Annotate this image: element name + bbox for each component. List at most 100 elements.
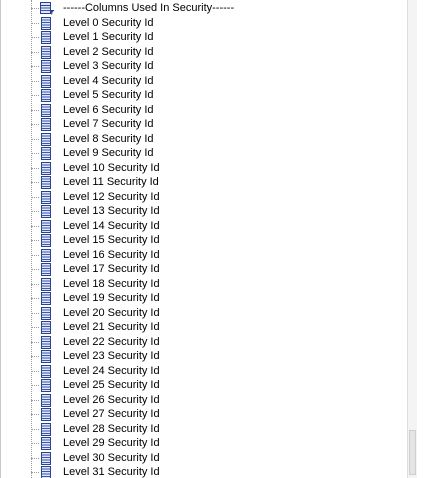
tree-node-label: Level 23 Security Id: [63, 350, 160, 362]
tree-node-column[interactable]: Level 6 Security Id: [1, 103, 411, 118]
tree-connector: [31, 66, 39, 67]
tree-node-column[interactable]: Level 14 Security Id: [1, 219, 411, 234]
tree-connector: [31, 428, 39, 430]
tree-node-column[interactable]: Level 23 Security Id: [1, 349, 411, 364]
column-icon: [40, 393, 52, 407]
tree-node-column[interactable]: Level 29 Security Id: [1, 436, 411, 451]
tree-connector: [31, 254, 39, 256]
column-icon: [40, 31, 52, 44]
tree-connector: [31, 225, 39, 227]
tree-node-column[interactable]: Level 19 Security Id: [1, 291, 411, 306]
column-icon: [40, 74, 52, 88]
column-icon: [40, 45, 52, 59]
tree-connector: [31, 399, 39, 401]
column-icon: [40, 132, 52, 146]
tree-node-label: Level 20 Security Id: [63, 306, 160, 319]
tree-connector: [31, 457, 39, 459]
column-icon: [40, 321, 52, 334]
tree-connector: [31, 51, 39, 53]
tree-node-column[interactable]: Level 0 Security Id: [1, 16, 411, 31]
column-icon: [40, 147, 52, 160]
table-filter-icon: [40, 2, 55, 15]
tree-node-label: Level 12 Security Id: [63, 190, 160, 203]
tree-node-label: Level 25 Security Id: [63, 379, 160, 391]
tree-node-label: Level 17 Security Id: [63, 263, 160, 275]
column-icon: [40, 190, 52, 204]
column-icon: [40, 292, 52, 305]
column-tree: ------Columns Used In Security------ Lev…: [1, 1, 411, 478]
tree-node-column[interactable]: Level 10 Security Id: [1, 161, 411, 176]
tree-node-label: Level 5 Security Id: [63, 89, 154, 101]
tree-node-label: Level 4 Security Id: [63, 74, 154, 87]
tree-node-label: Level 13 Security Id: [63, 205, 160, 217]
tree-node-column[interactable]: Level 30 Security Id: [1, 451, 411, 466]
tree-node-header-label: ------Columns Used In Security------: [63, 2, 235, 14]
tree-connector: [31, 124, 39, 125]
tree-connector: [31, 298, 39, 299]
tree-node-column[interactable]: Level 24 Security Id: [1, 364, 411, 379]
scrollbar-thumb[interactable]: [409, 430, 416, 475]
tree-node-column[interactable]: Level 2 Security Id: [1, 45, 411, 60]
column-icon: [40, 408, 52, 421]
column-icon: [40, 335, 52, 349]
tree-connector: [31, 414, 39, 415]
tree-connector: [31, 109, 39, 111]
column-icon: [40, 234, 52, 247]
tree-node-column[interactable]: Level 20 Security Id: [1, 306, 411, 321]
column-icon: [40, 16, 52, 30]
vertical-scrollbar[interactable]: [407, 0, 417, 478]
tree-node-label: Level 30 Security Id: [63, 451, 160, 464]
column-icon: [40, 219, 52, 233]
tree-node-label: Level 16 Security Id: [63, 248, 160, 261]
column-icon: [40, 89, 52, 102]
column-icon: [40, 60, 52, 73]
tree-node-column[interactable]: Level 16 Security Id: [1, 248, 411, 263]
tree-connector: [31, 95, 39, 96]
tree-node-column[interactable]: Level 28 Security Id: [1, 422, 411, 437]
tree-connector: [31, 8, 39, 9]
tree-node-header[interactable]: ------Columns Used In Security------: [1, 1, 411, 16]
tree-connector: [31, 22, 39, 24]
column-icon: [40, 451, 52, 465]
tree-node-column[interactable]: Level 4 Security Id: [1, 74, 411, 89]
tree-node-column[interactable]: Level 26 Security Id: [1, 393, 411, 408]
tree-node-column[interactable]: Level 15 Security Id: [1, 233, 411, 248]
tree-node-column[interactable]: Level 18 Security Id: [1, 277, 411, 292]
tree-node-label: Level 27 Security Id: [63, 408, 160, 420]
tree-node-column[interactable]: Level 13 Security Id: [1, 204, 411, 219]
tree-connector: [31, 80, 39, 82]
column-icon: [40, 118, 52, 131]
tree-node-label: Level 10 Security Id: [63, 161, 160, 174]
column-icon: [40, 103, 52, 117]
tree-node-label: Level 11 Security Id: [63, 176, 159, 188]
tree-node-column[interactable]: Level 17 Security Id: [1, 262, 411, 277]
column-icon: [40, 437, 52, 450]
tree-node-column[interactable]: Level 7 Security Id: [1, 117, 411, 132]
tree-node-column[interactable]: Level 12 Security Id: [1, 190, 411, 205]
tree-node-column[interactable]: Level 1 Security Id: [1, 30, 411, 45]
tree-node-column[interactable]: Level 3 Security Id: [1, 59, 411, 74]
tree-node-label: Level 31 Security Id: [63, 466, 160, 478]
tree-connector: [31, 370, 39, 372]
tree-node-column[interactable]: Level 31 Security Id: [1, 465, 411, 478]
tree-node-column[interactable]: Level 27 Security Id: [1, 407, 411, 422]
tree-node-label: Level 6 Security Id: [63, 103, 154, 116]
tree-node-column[interactable]: Level 5 Security Id: [1, 88, 411, 103]
column-icon: [40, 161, 52, 175]
tree-node-label: Level 22 Security Id: [63, 335, 160, 348]
tree-node-label: Level 28 Security Id: [63, 422, 160, 435]
tree-node-column[interactable]: Level 21 Security Id: [1, 320, 411, 335]
tree-node-column[interactable]: Level 11 Security Id: [1, 175, 411, 190]
tree-connector: [31, 167, 39, 169]
tree-node-column[interactable]: Level 22 Security Id: [1, 335, 411, 350]
tree-node-column[interactable]: Level 8 Security Id: [1, 132, 411, 147]
column-icon: [40, 306, 52, 320]
tree-connector: [31, 327, 39, 328]
tree-node-label: Level 9 Security Id: [63, 147, 154, 159]
tree-node-column[interactable]: Level 9 Security Id: [1, 146, 411, 161]
column-icon: [40, 364, 52, 378]
tree-connector: [31, 182, 39, 183]
tree-connector: [31, 269, 39, 270]
column-icon: [40, 466, 52, 478]
tree-node-column[interactable]: Level 25 Security Id: [1, 378, 411, 393]
